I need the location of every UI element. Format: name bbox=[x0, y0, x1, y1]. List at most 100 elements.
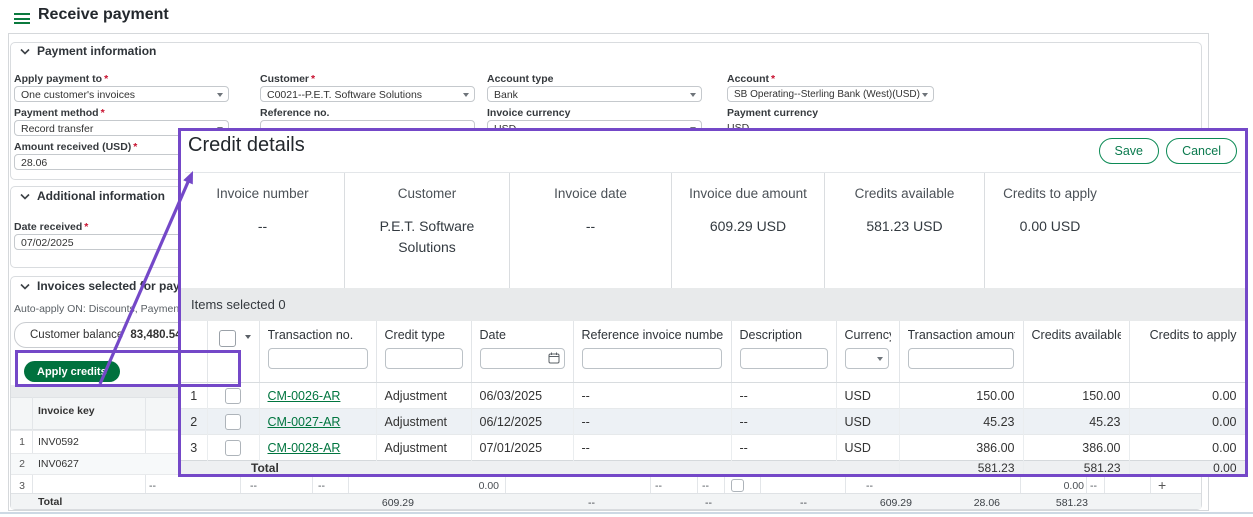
cell-value: -- bbox=[866, 480, 873, 492]
chevron-down-icon bbox=[463, 93, 469, 100]
page-border-bottom bbox=[8, 510, 1209, 511]
header-select-all bbox=[207, 321, 259, 383]
reference-no-label: Reference no. bbox=[260, 107, 329, 119]
transaction-link[interactable]: CM-0026-AR bbox=[268, 389, 341, 403]
cell-value: -- bbox=[702, 480, 709, 492]
row-checkbox[interactable] bbox=[225, 414, 241, 430]
required-asterisk: * bbox=[133, 141, 137, 153]
cell-divider bbox=[1150, 477, 1151, 493]
select-all-checkbox[interactable] bbox=[219, 330, 236, 347]
credits-to-apply-cell[interactable]: 0.00 bbox=[1129, 409, 1245, 435]
summary-invoice-due-amount: Invoice due amount 609.29 USD bbox=[672, 173, 825, 288]
save-button[interactable]: Save bbox=[1099, 138, 1160, 164]
date-received-label: Date received* bbox=[14, 221, 88, 233]
chevron-down-icon bbox=[922, 93, 928, 100]
credits-to-apply-cell[interactable]: 0.00 bbox=[1129, 435, 1245, 461]
cell-divider bbox=[1086, 477, 1087, 493]
section-payment-information[interactable]: Payment information bbox=[16, 44, 160, 58]
header-credits-to-apply: Credits to apply bbox=[1129, 321, 1245, 383]
total-cell: -- bbox=[800, 497, 807, 509]
cell-divider bbox=[348, 477, 349, 493]
modal-title: Credit details bbox=[188, 134, 305, 157]
total-cell: 581.23 bbox=[1026, 497, 1088, 509]
receive-payment-page: Receive payment Payment information Appl… bbox=[0, 0, 1253, 517]
account-type-label: Account type bbox=[487, 73, 554, 85]
row-number: 3 bbox=[12, 480, 32, 492]
row-number: 1 bbox=[181, 383, 207, 409]
apply-credits-button[interactable]: Apply credits bbox=[24, 361, 120, 382]
total-credits-available: 581.23 bbox=[1023, 461, 1129, 476]
credits-available-cell: 150.00 bbox=[1023, 383, 1129, 409]
menu-icon[interactable] bbox=[14, 13, 30, 25]
account-select[interactable]: SB Operating--Sterling Bank (West)(USD) bbox=[727, 86, 934, 102]
customer-select[interactable]: C0021--P.E.T. Software Solutions bbox=[260, 86, 475, 102]
row-checkbox[interactable] bbox=[731, 479, 744, 492]
credit-type-cell: Adjustment bbox=[376, 409, 471, 435]
header-date: Date bbox=[471, 321, 573, 383]
currency-cell: USD bbox=[836, 383, 899, 409]
row-checkbox[interactable] bbox=[225, 388, 241, 404]
filter-reference-invoice-number[interactable] bbox=[582, 348, 722, 369]
title-divider bbox=[8, 33, 1208, 34]
summary-spacer bbox=[1115, 173, 1245, 288]
credit-details-modal: Credit details Save Cancel Invoice numbe… bbox=[178, 128, 1248, 477]
section-additional-information[interactable]: Additional information bbox=[16, 189, 169, 203]
transaction-amount-cell: 45.23 bbox=[899, 409, 1023, 435]
filter-transaction-amount[interactable] bbox=[908, 348, 1014, 369]
description-cell: -- bbox=[731, 409, 836, 435]
cell-value: -- bbox=[250, 480, 257, 492]
row-number: 2 bbox=[181, 409, 207, 435]
apply-payment-to-select[interactable]: One customer's invoices bbox=[14, 86, 229, 102]
filter-credit-type[interactable] bbox=[385, 348, 463, 369]
header-currency: Currency bbox=[836, 321, 899, 383]
account-type-select[interactable]: Bank bbox=[487, 86, 702, 102]
transaction-link[interactable]: CM-0027-AR bbox=[268, 415, 341, 429]
items-selected-bar: Items selected 0 bbox=[181, 288, 1245, 321]
filter-transaction-no[interactable] bbox=[268, 348, 368, 369]
credits-available-cell: 386.00 bbox=[1023, 435, 1129, 461]
cell-value: -- bbox=[318, 480, 325, 492]
add-row-icon[interactable]: + bbox=[1158, 477, 1166, 493]
total-credits-to-apply: 0.00 bbox=[1129, 461, 1245, 476]
total-cell: -- bbox=[705, 497, 712, 509]
auto-apply-note: Auto-apply ON: Discounts, Payment bbox=[14, 303, 182, 315]
chevron-down-icon bbox=[245, 335, 251, 342]
section-title: Additional information bbox=[37, 189, 165, 203]
credits-available-cell: 45.23 bbox=[1023, 409, 1129, 435]
apply-payment-to-label: Apply payment to* bbox=[14, 73, 108, 85]
credits-to-apply-cell[interactable]: 0.00 bbox=[1129, 383, 1245, 409]
cell-divider bbox=[1020, 477, 1021, 493]
summary-invoice-date: Invoice date -- bbox=[510, 173, 672, 288]
total-label: Total bbox=[181, 461, 899, 476]
customer-label: Customer* bbox=[260, 73, 315, 85]
header-reference-invoice-number: Reference invoice number bbox=[573, 321, 731, 383]
payment-method-label: Payment method* bbox=[14, 107, 105, 119]
credit-summary: Invoice number -- Customer P.E.T. Softwa… bbox=[181, 173, 1245, 288]
header-credits-available: Credits available bbox=[1023, 321, 1129, 383]
cell-divider bbox=[240, 477, 241, 493]
cell-divider bbox=[505, 477, 506, 493]
cell-divider bbox=[724, 477, 725, 493]
calendar-icon bbox=[548, 352, 560, 364]
filter-description[interactable] bbox=[740, 348, 828, 369]
transaction-link[interactable]: CM-0028-AR bbox=[268, 441, 341, 455]
transaction-amount-cell: 150.00 bbox=[899, 383, 1023, 409]
credits-table: Transaction no. Credit type Date bbox=[181, 321, 1246, 475]
header-transaction-amount: Transaction amount bbox=[899, 321, 1023, 383]
reference-cell: -- bbox=[573, 435, 731, 461]
currency-cell: USD bbox=[836, 435, 899, 461]
cell-divider bbox=[1104, 477, 1105, 493]
cell-divider bbox=[650, 477, 651, 493]
row-number: 2 bbox=[12, 458, 32, 470]
credit-type-cell: Adjustment bbox=[376, 383, 471, 409]
invoice-key-header: Invoice key bbox=[38, 405, 95, 417]
cell-value: 0.00 bbox=[1022, 480, 1084, 492]
cancel-button[interactable]: Cancel bbox=[1166, 138, 1237, 164]
header-transaction-no: Transaction no. bbox=[259, 321, 376, 383]
cell-value: 0.00 bbox=[437, 480, 499, 492]
invoice-total-label: Total bbox=[38, 496, 62, 508]
row-checkbox[interactable] bbox=[225, 440, 241, 456]
chevron-down-icon bbox=[20, 193, 30, 200]
filter-currency[interactable] bbox=[845, 348, 889, 369]
row-number: 1 bbox=[12, 436, 32, 448]
